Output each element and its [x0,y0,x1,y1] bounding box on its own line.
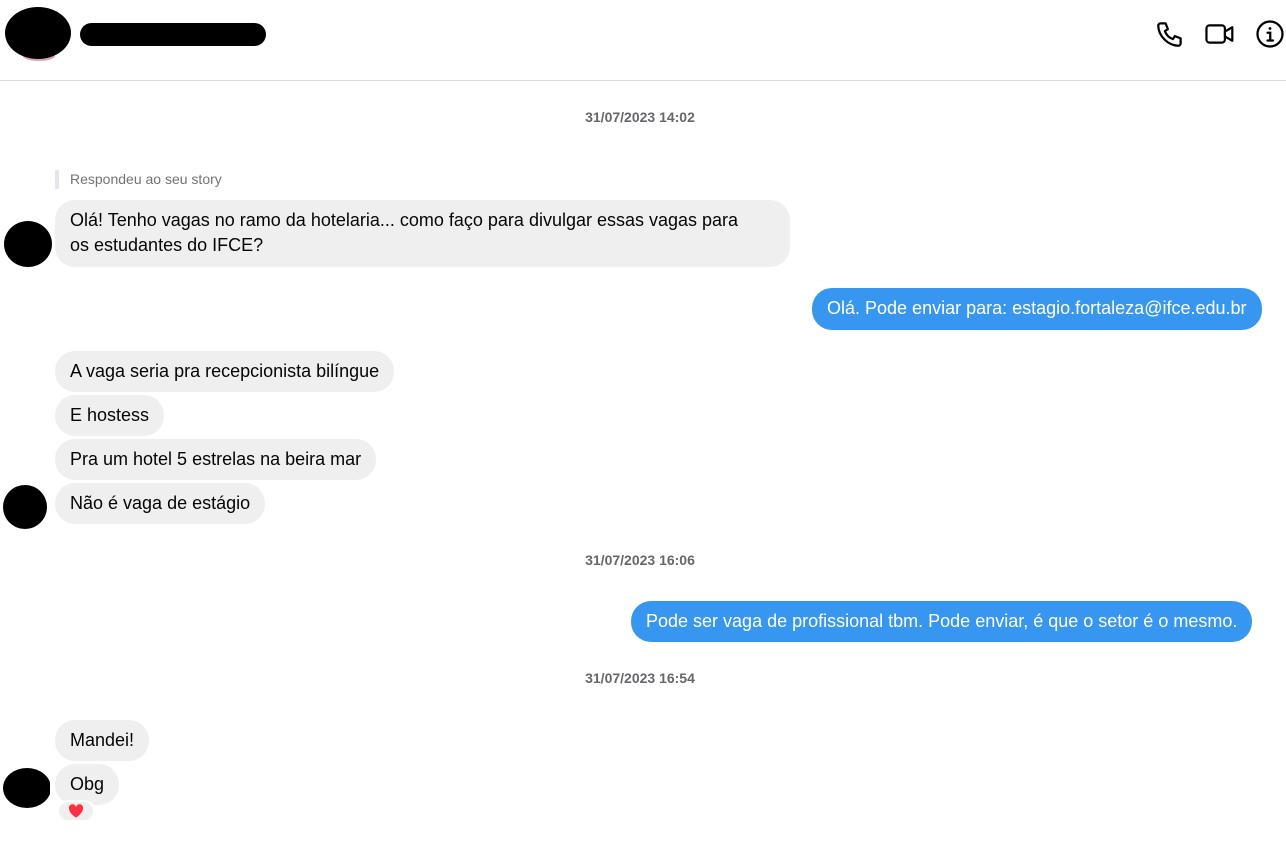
incoming-message[interactable]: A vaga seria pra recepcionista bilíngue [55,351,395,392]
outgoing-message[interactable]: Olá. Pode enviar para: estagio.fortaleza… [812,288,1262,330]
reaction-badge[interactable] [57,800,95,822]
redacted-username[interactable] [80,22,266,47]
incoming-message[interactable]: E hostess [55,395,165,436]
message-text-line: Olá! Tenho vagas no ramo da hotelaria...… [70,210,739,230]
phone-icon[interactable] [1154,18,1186,50]
outgoing-message[interactable]: Pode ser vaga de profissional tbm. Pode … [631,601,1253,642]
redacted-sender-avatar[interactable] [2,764,50,812]
redacted-sender-avatar[interactable] [2,483,50,531]
timestamp-divider: 31/07/2023 16:06 [585,552,695,568]
story-reply-label: Respondeu ao seu story [55,170,222,189]
info-icon[interactable] [1254,18,1286,50]
timestamp-divider: 31/07/2023 14:02 [585,109,695,125]
redacted-avatar[interactable] [5,6,72,61]
incoming-message[interactable]: Não é vaga de estágio [55,483,266,524]
redacted-sender-avatar[interactable] [4,220,52,268]
video-camera-icon[interactable] [1204,18,1236,50]
chat-header [0,0,1286,81]
timestamp-divider: 31/07/2023 16:54 [585,670,695,686]
incoming-message[interactable]: Olá! Tenho vagas no ramo da hotelaria...… [55,200,790,267]
heart-icon [68,804,84,818]
incoming-message[interactable]: Obg [55,764,120,805]
message-text-line: os estudantes do IFCE? [70,235,264,255]
incoming-message[interactable]: Pra um hotel 5 estrelas na beira mar [55,439,377,480]
incoming-message[interactable]: Mandei! [55,720,150,761]
